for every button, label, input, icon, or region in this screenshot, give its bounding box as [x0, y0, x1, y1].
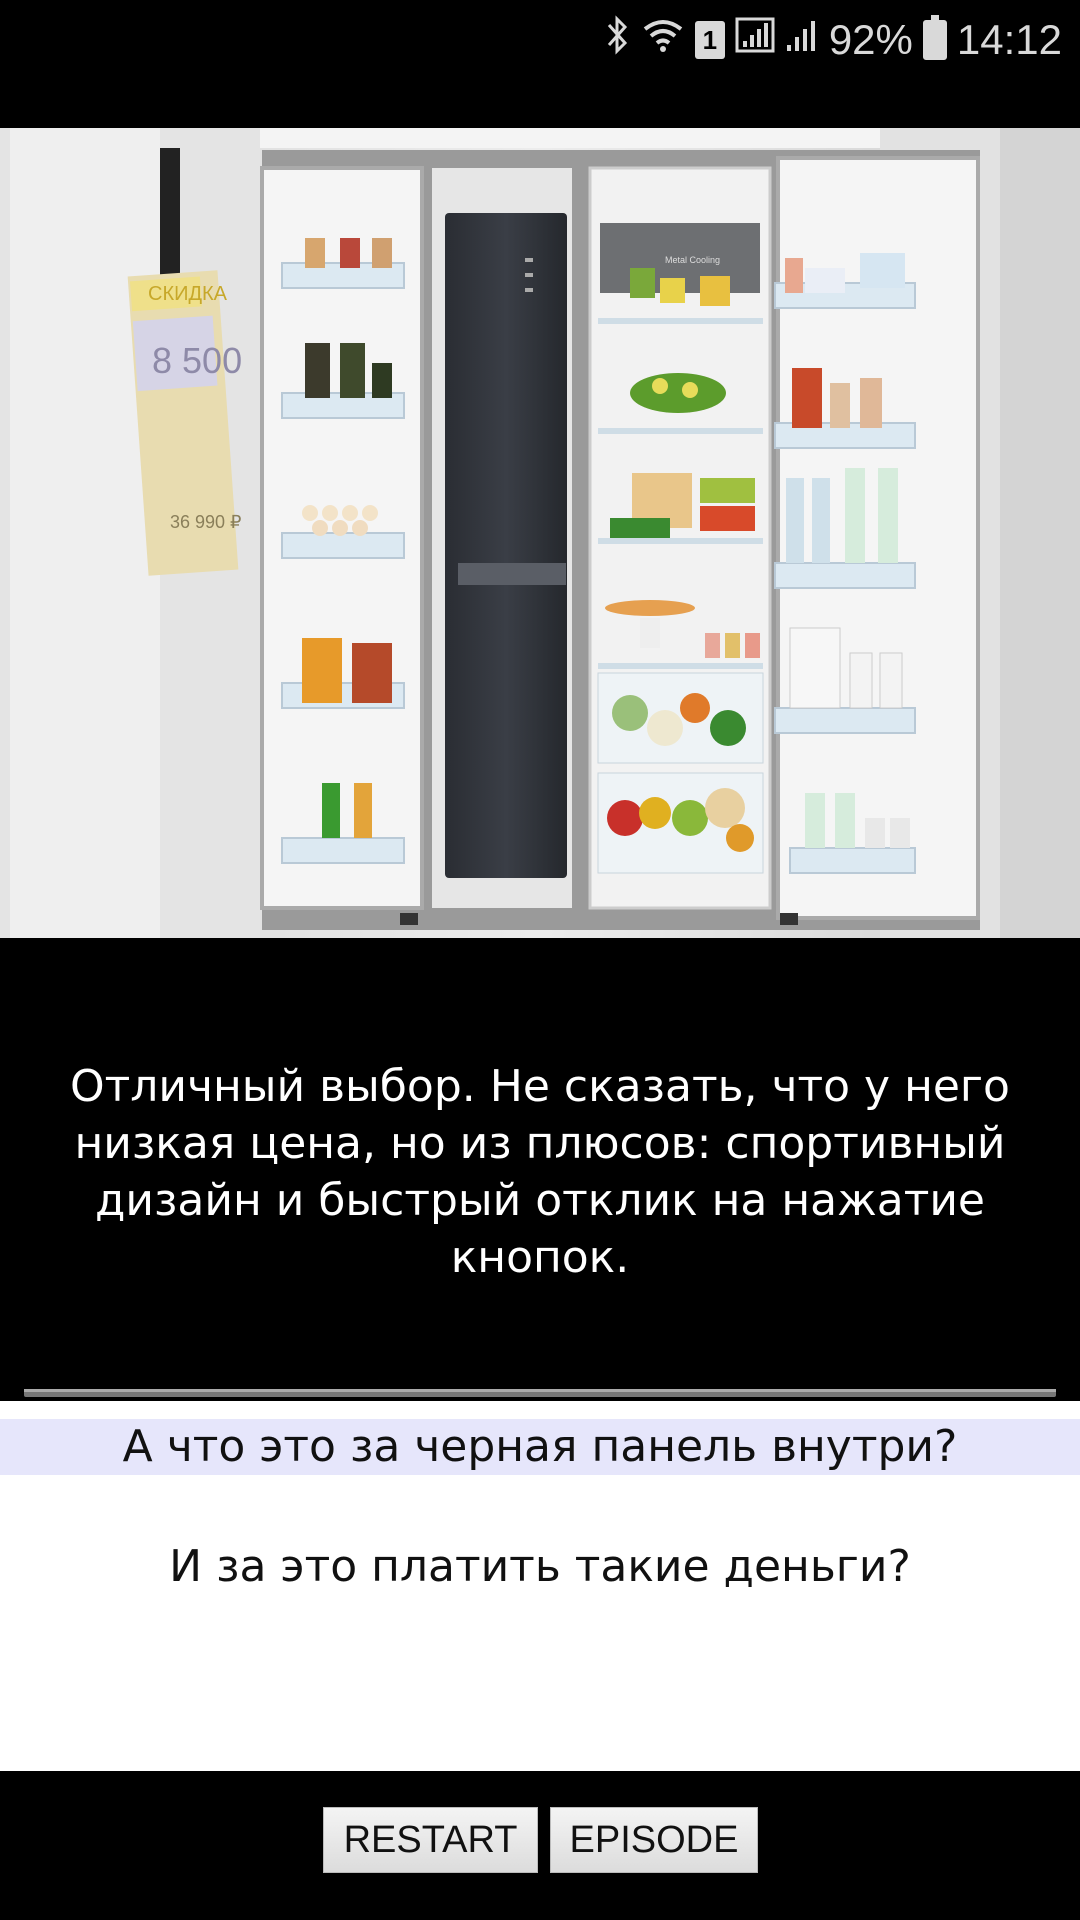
shelf-label: Metal Cooling: [665, 255, 720, 265]
restart-button[interactable]: RESTART: [323, 1807, 538, 1873]
choice-black-panel[interactable]: А что это за черная панель внутри?: [0, 1419, 1080, 1475]
status-icons: 1 92% 14:12: [605, 14, 1062, 66]
price-tag-label: СКИДКА: [148, 283, 228, 305]
battery-percent: 92%: [828, 16, 913, 63]
choice-list: А что это за черная панель внутри? И за …: [0, 1401, 1080, 1771]
price-tag-value: 8 500: [152, 340, 242, 381]
dialog-text: Отличный выбор. Не сказать, что у него н…: [70, 1061, 1010, 1283]
signal-icon: [785, 15, 819, 65]
battery-icon: [922, 15, 947, 60]
clock: 14:12: [956, 16, 1062, 63]
separator: [24, 1389, 1056, 1397]
bottom-bar: RESTART EPISODE: [0, 1771, 1080, 1920]
episode-button[interactable]: EPISODE: [550, 1807, 758, 1873]
choice-expensive[interactable]: И за это платить такие деньги?: [0, 1539, 1080, 1595]
bluetooth-icon: [605, 15, 631, 65]
wifi-icon: [641, 15, 685, 65]
sim-icon: 1: [694, 21, 725, 59]
signal-icon: [735, 15, 775, 65]
price-tag-small: 36 990 ₽: [170, 512, 242, 532]
refrigerator-illustration: СКИДКА 8 500 36 990 ₽ Metal Cooling: [0, 128, 1080, 938]
black-panel: [445, 213, 567, 878]
scene-image: СКИДКА 8 500 36 990 ₽ Metal Cooling: [0, 128, 1080, 938]
status-bar: 1 92% 14:12: [0, 0, 1080, 128]
